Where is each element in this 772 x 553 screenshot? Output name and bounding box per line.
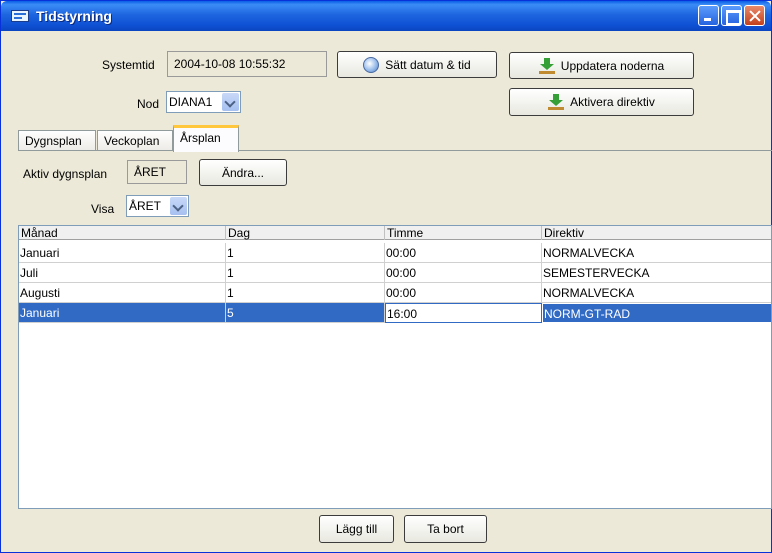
chevron-down-icon [170, 197, 187, 215]
column-header-day[interactable]: Dag [226, 226, 385, 240]
title-bar[interactable]: Tidstyrning [1, 1, 771, 31]
download-icon [538, 57, 555, 74]
node-label: Nod [137, 97, 160, 111]
cell-hour-editor[interactable]: 16:00 [385, 303, 542, 323]
maximize-button[interactable] [721, 5, 742, 26]
set-datetime-label: Sätt datum & tid [385, 57, 471, 72]
add-label: Lägg till [335, 522, 378, 536]
table-header: Månad Dag Timme Direktiv [19, 226, 771, 240]
close-button[interactable] [744, 5, 765, 26]
active-plan-value: ÅRET [127, 160, 187, 184]
window-icon [11, 10, 29, 22]
activate-directive-label: Aktivera direktiv [570, 95, 655, 109]
download-icon [548, 94, 565, 110]
update-nodes-button[interactable]: Uppdatera noderna [509, 52, 694, 79]
tab-veckoplan[interactable]: Veckoplan [97, 130, 173, 151]
show-select[interactable]: ÅRET [126, 195, 189, 217]
tab-dygnsplan[interactable]: Dygnsplan [18, 130, 96, 151]
add-button[interactable]: Lägg till [319, 515, 394, 543]
update-nodes-label: Uppdatera noderna [560, 58, 665, 73]
change-label: Ändra... [221, 165, 265, 180]
active-plan-label: Aktiv dygnsplan [23, 167, 108, 181]
cell-month: Januari [19, 303, 226, 323]
cell-directive: NORMALVECKA [542, 283, 771, 303]
cell-day: 5 [226, 303, 385, 323]
cell-day: 1 [226, 243, 385, 263]
show-label: Visa [91, 202, 115, 216]
node-select-value: DIANA1 [169, 95, 213, 109]
cell-month: Augusti [19, 283, 226, 303]
window-title: Tidstyrning [36, 8, 112, 24]
table-row[interactable]: Januari 1 00:00 NORMALVECKA [19, 243, 771, 263]
cell-day: 1 [226, 263, 385, 283]
cell-month: Januari [19, 243, 226, 263]
activate-directive-button[interactable]: Aktivera direktiv [509, 88, 694, 116]
cell-day: 1 [226, 283, 385, 303]
column-header-directive[interactable]: Direktiv [542, 226, 771, 240]
clock-icon [363, 56, 380, 73]
remove-button[interactable]: Ta bort [404, 515, 487, 543]
table-row[interactable]: Augusti 1 00:00 NORMALVECKA [19, 283, 771, 303]
change-button[interactable]: Ändra... [199, 159, 287, 186]
schedule-table: Månad Dag Timme Direktiv Januari 1 00:00… [18, 225, 772, 509]
cell-hour: 00:00 [385, 263, 542, 283]
system-time-value: 2004-10-08 10:55:32 [167, 51, 327, 77]
tab-arsplan[interactable]: Årsplan [173, 125, 239, 152]
column-header-hour[interactable]: Timme [385, 226, 542, 240]
cell-hour: 00:00 [385, 283, 542, 303]
main-window: Tidstyrning Systemtid 2004-10-08 10:55:3… [0, 0, 772, 553]
column-header-month[interactable]: Månad [19, 226, 226, 240]
show-select-value: ÅRET [129, 199, 162, 213]
set-datetime-button[interactable]: Sätt datum & tid [337, 51, 497, 78]
node-select[interactable]: DIANA1 [166, 91, 241, 113]
cell-directive: NORMALVECKA [542, 243, 771, 263]
cell-hour: 00:00 [385, 243, 542, 263]
table-row[interactable]: Juli 1 00:00 SEMESTERVECKA [19, 263, 771, 283]
remove-label: Ta bort [427, 522, 464, 536]
minimize-button[interactable] [698, 5, 719, 26]
table-row-selected[interactable]: Januari 5 16:00 NORM-GT-RAD [19, 303, 771, 323]
system-time-label: Systemtid [102, 58, 155, 72]
cell-directive: SEMESTERVECKA [542, 263, 771, 283]
chevron-down-icon [222, 93, 239, 111]
cell-month: Juli [19, 263, 226, 283]
cell-directive: NORM-GT-RAD [542, 303, 771, 323]
